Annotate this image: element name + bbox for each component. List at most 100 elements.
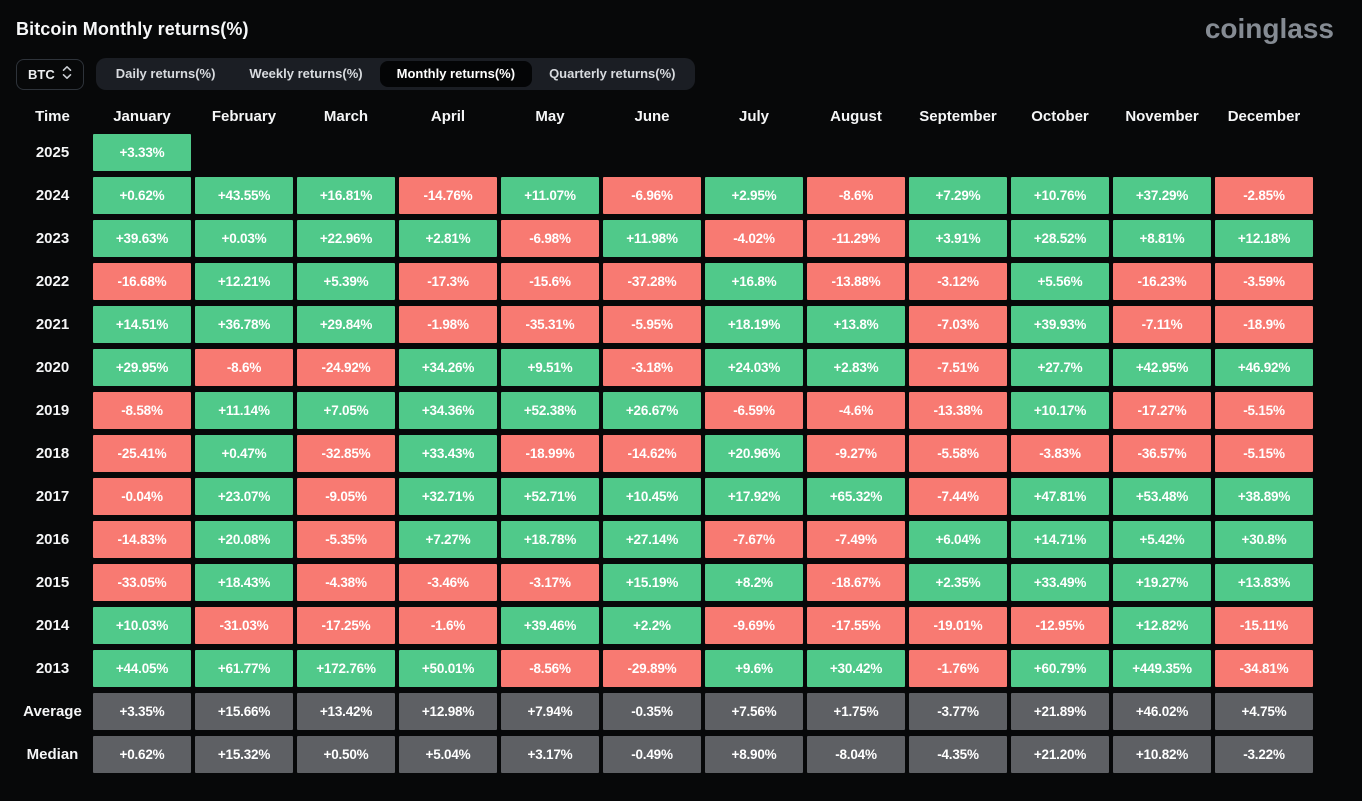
topbar: Bitcoin Monthly returns(%) coinglass bbox=[0, 0, 1362, 46]
return-cell: +18.43% bbox=[195, 564, 293, 601]
year-row-label: 2025 bbox=[16, 134, 89, 171]
return-cell: -13.38% bbox=[909, 392, 1007, 429]
return-cell: -31.03% bbox=[195, 607, 293, 644]
return-cell: +2.95% bbox=[705, 177, 803, 214]
return-cell: -6.59% bbox=[705, 392, 803, 429]
tab-weekly[interactable]: Weekly returns(%) bbox=[232, 61, 379, 87]
return-cell: -4.35% bbox=[909, 736, 1007, 773]
return-cell: -8.6% bbox=[807, 177, 905, 214]
empty-cell bbox=[1215, 134, 1313, 171]
return-cell: +10.03% bbox=[93, 607, 191, 644]
return-cell: +44.05% bbox=[93, 650, 191, 687]
month-header-june: June bbox=[603, 104, 701, 128]
return-cell: -6.98% bbox=[501, 220, 599, 257]
empty-cell bbox=[297, 134, 395, 171]
return-cell: -14.76% bbox=[399, 177, 497, 214]
return-cell: -33.05% bbox=[93, 564, 191, 601]
return-cell: -17.27% bbox=[1113, 392, 1211, 429]
return-cell: -4.02% bbox=[705, 220, 803, 257]
tab-quarterly[interactable]: Quarterly returns(%) bbox=[532, 61, 692, 87]
year-row-label: 2023 bbox=[16, 220, 89, 257]
return-cell: +37.29% bbox=[1113, 177, 1211, 214]
return-cell: -19.01% bbox=[909, 607, 1007, 644]
year-row-label: 2015 bbox=[16, 564, 89, 601]
return-cell: +13.83% bbox=[1215, 564, 1313, 601]
month-header-may: May bbox=[501, 104, 599, 128]
return-cell: +38.89% bbox=[1215, 478, 1313, 515]
return-cell: +20.96% bbox=[705, 435, 803, 472]
return-cell: -8.56% bbox=[501, 650, 599, 687]
return-cell: -0.35% bbox=[603, 693, 701, 730]
return-cell: +12.82% bbox=[1113, 607, 1211, 644]
empty-cell bbox=[1113, 134, 1211, 171]
return-cell: -8.04% bbox=[807, 736, 905, 773]
return-cell: +34.36% bbox=[399, 392, 497, 429]
returns-tab-group: Daily returns(%)Weekly returns(%)Monthly… bbox=[96, 58, 696, 90]
return-cell: -3.46% bbox=[399, 564, 497, 601]
return-cell: +5.39% bbox=[297, 263, 395, 300]
return-cell: -36.57% bbox=[1113, 435, 1211, 472]
return-cell: +52.38% bbox=[501, 392, 599, 429]
return-cell: -3.18% bbox=[603, 349, 701, 386]
tab-daily[interactable]: Daily returns(%) bbox=[99, 61, 233, 87]
month-header-october: October bbox=[1011, 104, 1109, 128]
month-header-december: December bbox=[1215, 104, 1313, 128]
return-cell: +29.95% bbox=[93, 349, 191, 386]
return-cell: +5.04% bbox=[399, 736, 497, 773]
return-cell: -16.23% bbox=[1113, 263, 1211, 300]
return-cell: -3.77% bbox=[909, 693, 1007, 730]
return-cell: +47.81% bbox=[1011, 478, 1109, 515]
return-cell: +21.20% bbox=[1011, 736, 1109, 773]
return-cell: -37.28% bbox=[603, 263, 701, 300]
tab-monthly[interactable]: Monthly returns(%) bbox=[380, 61, 532, 87]
return-cell: +12.18% bbox=[1215, 220, 1313, 257]
year-row-label: 2022 bbox=[16, 263, 89, 300]
return-cell: +7.27% bbox=[399, 521, 497, 558]
return-cell: +14.71% bbox=[1011, 521, 1109, 558]
return-cell: +26.67% bbox=[603, 392, 701, 429]
month-header-july: July bbox=[705, 104, 803, 128]
return-cell: +39.46% bbox=[501, 607, 599, 644]
return-cell: -8.58% bbox=[93, 392, 191, 429]
return-cell: -4.38% bbox=[297, 564, 395, 601]
return-cell: +34.26% bbox=[399, 349, 497, 386]
month-header-january: January bbox=[93, 104, 191, 128]
return-cell: +14.51% bbox=[93, 306, 191, 343]
return-cell: -1.98% bbox=[399, 306, 497, 343]
return-cell: -3.83% bbox=[1011, 435, 1109, 472]
summary-row-label: Average bbox=[16, 693, 89, 730]
return-cell: +12.98% bbox=[399, 693, 497, 730]
return-cell: +60.79% bbox=[1011, 650, 1109, 687]
return-cell: +3.17% bbox=[501, 736, 599, 773]
year-row-label: 2024 bbox=[16, 177, 89, 214]
return-cell: -3.22% bbox=[1215, 736, 1313, 773]
month-header-march: March bbox=[297, 104, 395, 128]
return-cell: +172.76% bbox=[297, 650, 395, 687]
return-cell: +15.19% bbox=[603, 564, 701, 601]
time-column-header: Time bbox=[16, 104, 89, 128]
symbol-select[interactable]: BTC bbox=[16, 59, 84, 90]
return-cell: -7.49% bbox=[807, 521, 905, 558]
return-cell: +21.89% bbox=[1011, 693, 1109, 730]
month-header-february: February bbox=[195, 104, 293, 128]
return-cell: +0.62% bbox=[93, 736, 191, 773]
return-cell: +5.56% bbox=[1011, 263, 1109, 300]
return-cell: +2.83% bbox=[807, 349, 905, 386]
month-header-august: August bbox=[807, 104, 905, 128]
return-cell: +8.81% bbox=[1113, 220, 1211, 257]
return-cell: +0.50% bbox=[297, 736, 395, 773]
return-cell: +13.8% bbox=[807, 306, 905, 343]
return-cell: -1.6% bbox=[399, 607, 497, 644]
month-header-november: November bbox=[1113, 104, 1211, 128]
return-cell: +30.8% bbox=[1215, 521, 1313, 558]
returns-table: TimeJanuaryFebruaryMarchAprilMayJuneJuly… bbox=[16, 104, 1362, 773]
return-cell: -0.49% bbox=[603, 736, 701, 773]
return-cell: -3.17% bbox=[501, 564, 599, 601]
return-cell: -11.29% bbox=[807, 220, 905, 257]
return-cell: +20.08% bbox=[195, 521, 293, 558]
return-cell: +11.98% bbox=[603, 220, 701, 257]
return-cell: +30.42% bbox=[807, 650, 905, 687]
return-cell: +7.05% bbox=[297, 392, 395, 429]
return-cell: -12.95% bbox=[1011, 607, 1109, 644]
month-header-april: April bbox=[399, 104, 497, 128]
